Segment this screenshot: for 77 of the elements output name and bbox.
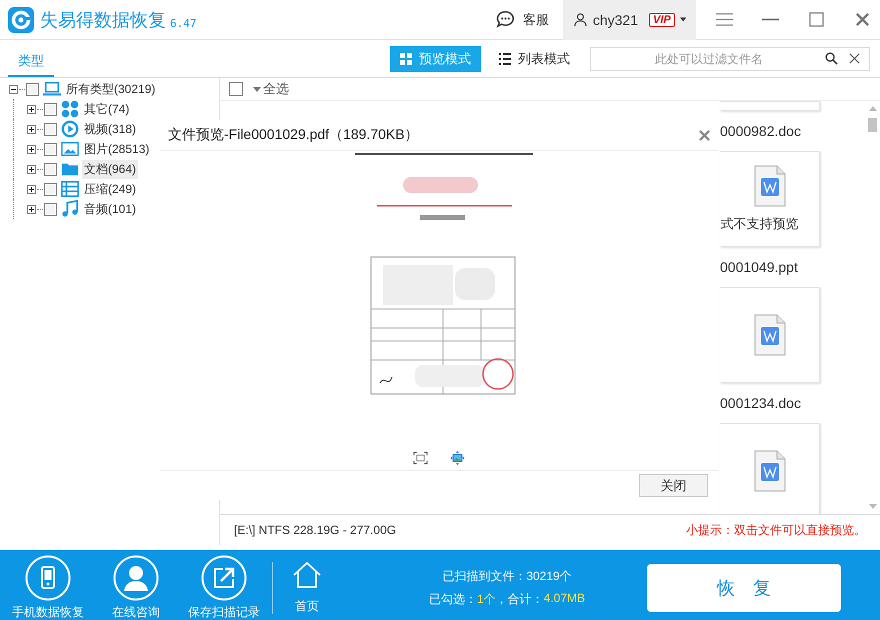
image-icon <box>61 140 79 158</box>
checkbox[interactable] <box>229 82 243 96</box>
clear-icon[interactable] <box>848 52 861 64</box>
search-field[interactable]: 此处可以过滤文件名 <box>590 46 870 70</box>
tree-item[interactable]: 所有类型(30219) <box>64 80 158 98</box>
scroll-down-icon[interactable] <box>868 504 876 509</box>
maximize-icon[interactable] <box>808 12 825 27</box>
app-logo-icon <box>8 6 34 32</box>
archive-icon <box>61 180 79 198</box>
recover-button[interactable]: 恢 复 <box>647 564 841 612</box>
close-icon[interactable] <box>699 130 710 140</box>
export-icon <box>201 554 247 600</box>
file-name[interactable]: 0001049.ppt <box>720 259 798 275</box>
tree-item[interactable]: 视频(318) <box>82 120 138 138</box>
support-button[interactable]: 客服 <box>496 0 563 40</box>
selected-label: 已勾选： <box>428 590 477 608</box>
close-icon[interactable] <box>854 12 871 27</box>
expand-toggle[interactable] <box>27 164 36 174</box>
tree-item[interactable]: 图片(28513) <box>82 140 152 158</box>
menu-icon[interactable] <box>716 12 733 27</box>
tree-item[interactable]: 文档(964) <box>82 160 138 178</box>
selected-size: 4.07MB <box>544 590 586 606</box>
word-document-icon <box>754 450 786 492</box>
checkbox[interactable] <box>44 122 57 136</box>
tree-item[interactable]: 压缩(249) <box>82 180 138 198</box>
scrollbar-thumb[interactable] <box>868 118 877 132</box>
word-document-icon <box>754 165 786 207</box>
home-icon <box>292 560 322 588</box>
tree-item[interactable]: 其它(74) <box>82 100 132 118</box>
chat-icon <box>496 10 515 29</box>
dots-grid-icon <box>61 100 79 118</box>
close-button[interactable]: 关闭 <box>639 474 708 497</box>
expand-toggle[interactable] <box>27 184 36 194</box>
selected-count: 1个 <box>476 590 496 608</box>
tree-item[interactable]: 音频(101) <box>82 200 138 218</box>
expand-toggle[interactable] <box>27 204 36 214</box>
checkbox[interactable] <box>44 102 57 116</box>
fit-screen-icon[interactable] <box>413 451 428 465</box>
expand-toggle[interactable] <box>27 104 36 114</box>
search-icon[interactable] <box>825 52 838 64</box>
phone-icon <box>25 554 71 600</box>
file-name[interactable]: 0000982.doc <box>720 123 801 139</box>
scroll-up-icon[interactable] <box>868 106 876 111</box>
dialog-title: 文件预览-File0001029.pdf（189.70KB） <box>168 126 419 144</box>
vip-badge: VIP <box>649 12 675 26</box>
total-label: ，合计： <box>496 590 544 608</box>
file-card[interactable]: 式不支持预览 <box>720 151 820 247</box>
expand-toggle[interactable] <box>27 144 36 154</box>
file-card[interactable] <box>720 423 820 514</box>
computer-icon <box>43 80 61 98</box>
list-icon <box>499 52 511 64</box>
caret-icon <box>680 17 686 22</box>
app-version: 6.47 <box>170 17 196 30</box>
file-name[interactable]: 0001234.doc <box>720 395 801 411</box>
user-menu[interactable]: chy321 VIP <box>563 0 696 40</box>
expand-toggle[interactable] <box>27 124 36 134</box>
checkbox[interactable] <box>26 82 39 96</box>
drive-info: [E:\] NTFS 228.19G - 277.00G <box>234 523 396 537</box>
grid-icon <box>400 52 412 64</box>
play-icon <box>61 120 79 138</box>
word-document-icon <box>754 314 786 356</box>
collapse-toggle[interactable] <box>9 84 18 94</box>
preview-note: 式不支持预览 <box>720 215 798 233</box>
caret-icon[interactable] <box>253 86 261 92</box>
checkbox[interactable] <box>44 202 57 216</box>
actual-size-icon[interactable] <box>450 451 465 465</box>
music-note-icon <box>61 200 79 218</box>
hint-text: 小提示：双击文件可以直接预览。 <box>686 522 866 538</box>
scan-count: 已扫描到文件：30219个 <box>442 568 572 584</box>
file-card[interactable] <box>720 287 820 383</box>
checkbox[interactable] <box>44 142 57 156</box>
person-icon <box>113 554 159 600</box>
view-mode-button[interactable]: 列表模式 <box>489 46 580 72</box>
checkbox[interactable] <box>44 162 57 176</box>
select-all-label[interactable]: 全选 <box>263 80 289 98</box>
app-title: 失易得数据恢复 <box>40 8 166 32</box>
checkbox[interactable] <box>44 182 57 196</box>
